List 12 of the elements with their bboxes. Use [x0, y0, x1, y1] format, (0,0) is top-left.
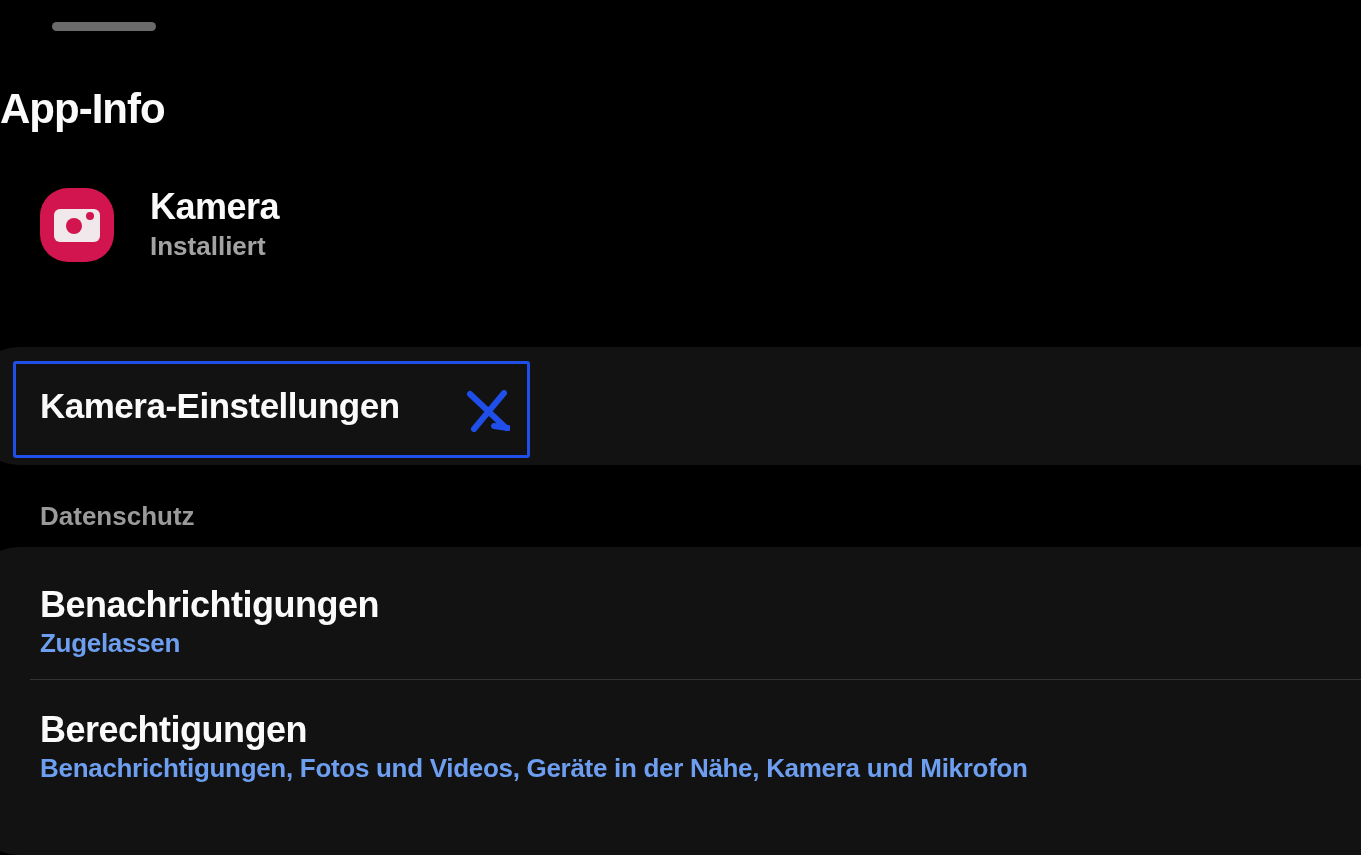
app-status: Installiert: [150, 230, 267, 263]
page-title: App-Info: [0, 84, 166, 134]
list-item-summary: Zugelassen: [40, 627, 182, 659]
section-header: Datenschutz: [40, 501, 196, 531]
list-item-summary: Benachrichtigungen, Fotos und Videos, Geräte in der Nähe, Kamera und Mikrofon: [40, 752, 1029, 784]
list-item-title[interactable]: Berechtigungen: [40, 708, 1361, 752]
camera-app-icon: [40, 188, 114, 262]
settings-link[interactable]: Kamera-Einstellungen: [40, 386, 400, 426]
app-name: Kamera: [150, 186, 280, 228]
drag-handle[interactable]: [52, 22, 156, 31]
cross-mark-icon: [466, 390, 510, 432]
list-item-title[interactable]: Benachrichtigungen: [40, 583, 1361, 627]
